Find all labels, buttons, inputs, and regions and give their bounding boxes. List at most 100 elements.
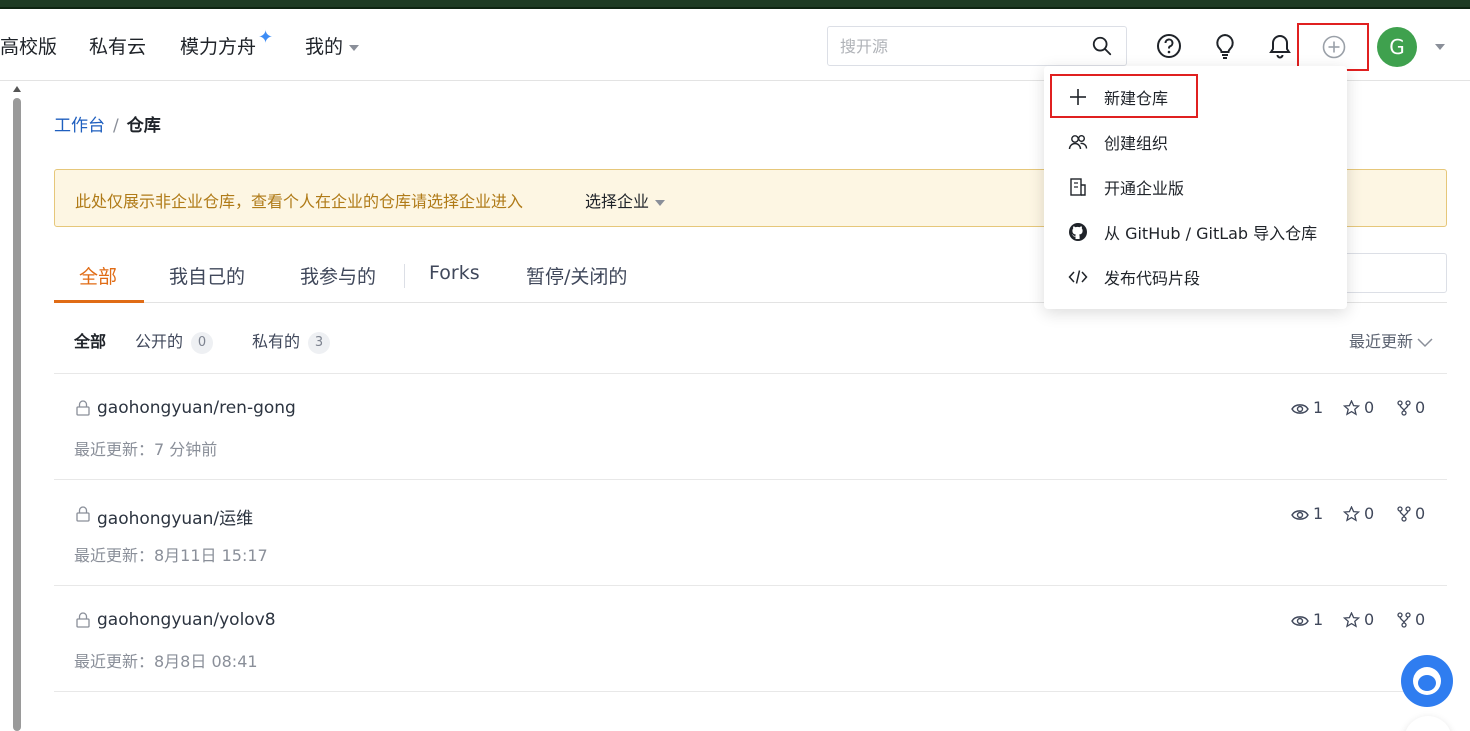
repo-row: gaohongyuan/ren-gong 最近更新：7 分钟前 1 0 0 xyxy=(54,374,1447,480)
new-repo-highlight-box xyxy=(1050,74,1198,118)
tab-all[interactable]: 全部 xyxy=(79,262,117,289)
scrollbar-thumb[interactable] xyxy=(13,98,21,731)
lock-icon xyxy=(76,506,90,522)
fork-icon xyxy=(1397,612,1411,628)
help-icon[interactable] xyxy=(1156,33,1182,59)
fork-icon xyxy=(1397,506,1411,522)
eye-icon xyxy=(1291,616,1309,626)
fork-count[interactable]: 0 xyxy=(1397,398,1425,417)
back-to-top-button[interactable] xyxy=(1404,716,1452,731)
users-icon xyxy=(1068,135,1088,150)
building-icon xyxy=(1070,178,1086,196)
fork-count-value: 0 xyxy=(1415,504,1426,523)
assistant-float-button[interactable] xyxy=(1401,655,1453,707)
visibility-filter: 全部 公开的 0 私有的 3 最近更新 xyxy=(54,303,1447,374)
fork-count-value: 0 xyxy=(1415,610,1426,629)
private-count-badge: 3 xyxy=(308,332,331,354)
menu-item-enterprise[interactable]: 开通企业版 xyxy=(1044,165,1347,210)
lightbulb-icon[interactable] xyxy=(1212,33,1238,59)
repo-row: gaohongyuan/yolov8 最近更新：8月8日 08:41 1 0 0 xyxy=(54,586,1447,692)
github-icon xyxy=(1069,223,1087,241)
create-button-highlight[interactable] xyxy=(1297,23,1369,71)
public-count-badge: 0 xyxy=(191,332,214,354)
filter-public[interactable]: 公开的 0 xyxy=(135,328,214,354)
chevron-down-icon xyxy=(1417,337,1433,347)
star-count-value: 0 xyxy=(1364,610,1375,629)
star-count[interactable]: 0 xyxy=(1342,504,1375,523)
menu-item-label: 开通企业版 xyxy=(1104,179,1185,198)
tab-divider xyxy=(404,264,405,288)
avatar-chevron-down-icon[interactable] xyxy=(1435,44,1445,50)
repo-name-link[interactable]: gaohongyuan/ren-gong xyxy=(97,398,296,418)
watch-count-value: 1 xyxy=(1313,398,1324,417)
vertical-scrollbar[interactable] xyxy=(11,86,23,731)
filter-private[interactable]: 私有的 3 xyxy=(252,328,331,354)
sort-label: 最近更新 xyxy=(1348,332,1413,351)
star-icon xyxy=(1342,505,1361,522)
watch-count[interactable]: 1 xyxy=(1291,610,1323,629)
star-count[interactable]: 0 xyxy=(1342,610,1375,629)
star-icon xyxy=(1342,399,1361,416)
lock-icon xyxy=(76,612,90,628)
filter-all[interactable]: 全部 xyxy=(74,328,106,352)
repo-row: gaohongyuan/运维 最近更新：8月11日 15:17 1 0 0 xyxy=(54,480,1447,586)
repo-name-link[interactable]: gaohongyuan/运维 xyxy=(97,504,253,529)
menu-item-create-org[interactable]: 创建组织 xyxy=(1044,120,1347,165)
search-input[interactable] xyxy=(840,35,1080,57)
select-enterprise-label: 选择企业 xyxy=(585,192,650,211)
nav-mine-label: 我的 xyxy=(305,36,344,58)
star-count[interactable]: 0 xyxy=(1342,398,1375,417)
eye-icon xyxy=(1291,404,1309,414)
watch-count-value: 1 xyxy=(1313,504,1324,523)
search-icon[interactable] xyxy=(1091,35,1113,57)
tab-participated[interactable]: 我参与的 xyxy=(300,262,376,289)
select-enterprise-dropdown[interactable]: 选择企业 xyxy=(585,188,666,212)
fork-count[interactable]: 0 xyxy=(1397,610,1425,629)
menu-item-label: 创建组织 xyxy=(1104,134,1169,153)
assistant-icon-face xyxy=(1418,675,1436,691)
eye-icon xyxy=(1291,510,1309,520)
repo-updated-time: 最近更新：8月11日 15:17 xyxy=(74,546,268,565)
scroll-up-arrow-icon[interactable] xyxy=(13,86,21,92)
sparkle-icon: ✦ xyxy=(258,27,274,48)
plus-circle-icon[interactable] xyxy=(1322,35,1346,59)
filter-private-label: 私有的 xyxy=(252,332,301,351)
nav-private-cloud[interactable]: 私有云 xyxy=(89,34,146,60)
breadcrumb-workbench[interactable]: 工作台 xyxy=(54,116,105,136)
repo-search-input[interactable] xyxy=(1330,253,1447,293)
create-dropdown-menu: 新建仓库 创建组织 开通企业版 从 GitHub / GitLab 导入仓库 发… xyxy=(1044,66,1347,309)
avatar[interactable]: G xyxy=(1377,27,1417,67)
menu-item-publish-snippet[interactable]: 发布代码片段 xyxy=(1044,255,1347,300)
fork-count[interactable]: 0 xyxy=(1397,504,1425,523)
lock-icon xyxy=(76,400,90,416)
tab-forks[interactable]: Forks xyxy=(429,262,480,284)
nav-university[interactable]: 高校版 xyxy=(0,34,57,60)
repo-updated-time: 最近更新：7 分钟前 xyxy=(74,440,218,459)
star-count-value: 0 xyxy=(1364,504,1375,523)
repo-updated-time: 最近更新：8月8日 08:41 xyxy=(74,652,258,671)
breadcrumb-separator: / xyxy=(113,116,119,136)
nav-moli-fangzhou[interactable]: 模力方舟 xyxy=(180,34,256,60)
chevron-down-icon xyxy=(349,44,360,51)
tab-mine[interactable]: 我自己的 xyxy=(169,262,245,289)
breadcrumb-current: 仓库 xyxy=(126,116,161,136)
bell-icon[interactable] xyxy=(1267,33,1293,59)
sort-dropdown[interactable]: 最近更新 xyxy=(1349,328,1433,352)
repo-name-link[interactable]: gaohongyuan/yolov8 xyxy=(97,610,276,630)
tab-paused-closed[interactable]: 暂停/关闭的 xyxy=(526,262,627,289)
star-count-value: 0 xyxy=(1364,398,1375,417)
watch-count-value: 1 xyxy=(1313,610,1324,629)
star-icon xyxy=(1342,611,1361,628)
watch-count[interactable]: 1 xyxy=(1291,398,1323,417)
browser-top-strip xyxy=(0,0,1470,9)
watch-count[interactable]: 1 xyxy=(1291,504,1323,523)
menu-item-import-repo[interactable]: 从 GitHub / GitLab 导入仓库 xyxy=(1044,210,1347,255)
search-box xyxy=(827,26,1127,66)
chevron-down-icon xyxy=(655,199,666,206)
filter-public-label: 公开的 xyxy=(135,332,184,351)
fork-icon xyxy=(1397,400,1411,416)
menu-item-label: 从 GitHub / GitLab 导入仓库 xyxy=(1104,224,1318,243)
menu-item-label: 发布代码片段 xyxy=(1104,269,1201,288)
nav-mine[interactable]: 我的 xyxy=(305,34,360,60)
fork-count-value: 0 xyxy=(1415,398,1426,417)
